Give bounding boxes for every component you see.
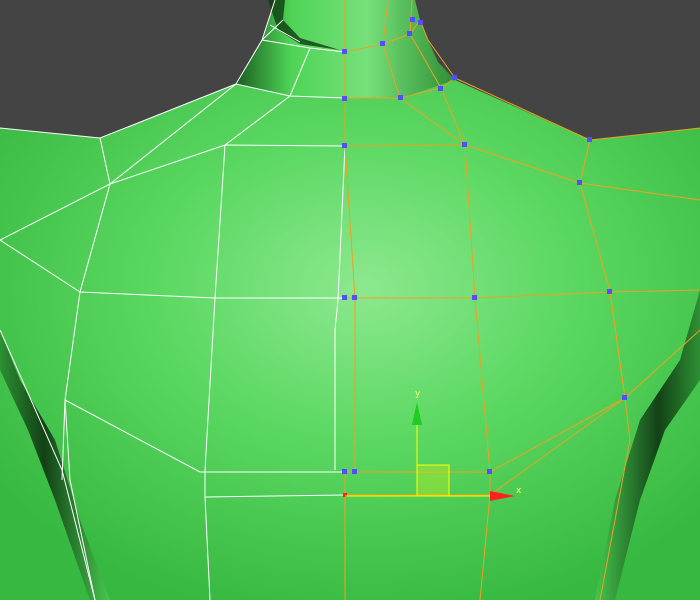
vertex[interactable]: [472, 295, 477, 300]
vertex[interactable]: [342, 49, 347, 54]
vertex[interactable]: [342, 96, 347, 101]
vertex[interactable]: [462, 142, 467, 147]
vertex[interactable]: [487, 469, 492, 474]
vertex[interactable]: [418, 20, 423, 25]
viewport-3d[interactable]: y x: [0, 0, 700, 600]
vertex[interactable]: [607, 289, 612, 294]
vertex[interactable]: [342, 469, 347, 474]
vertex[interactable]: [407, 31, 412, 36]
vertex[interactable]: [352, 295, 357, 300]
torso-surface: [0, 80, 700, 600]
vertex[interactable]: [438, 86, 443, 91]
vertex[interactable]: [352, 469, 357, 474]
vertex[interactable]: [577, 180, 582, 185]
vertex[interactable]: [342, 143, 347, 148]
xy-plane-handle[interactable]: [416, 464, 450, 497]
vertex[interactable]: [380, 41, 385, 46]
vertex[interactable]: [398, 95, 403, 100]
vertex[interactable]: [587, 137, 592, 142]
vertex[interactable]: [410, 17, 415, 22]
y-axis-label: y: [415, 389, 421, 399]
torso-mesh-icon[interactable]: y x: [0, 0, 700, 600]
vertex[interactable]: [622, 395, 627, 400]
vertex[interactable]: [342, 295, 347, 300]
x-axis-label: x: [516, 486, 522, 496]
vertex[interactable]: [452, 75, 457, 80]
